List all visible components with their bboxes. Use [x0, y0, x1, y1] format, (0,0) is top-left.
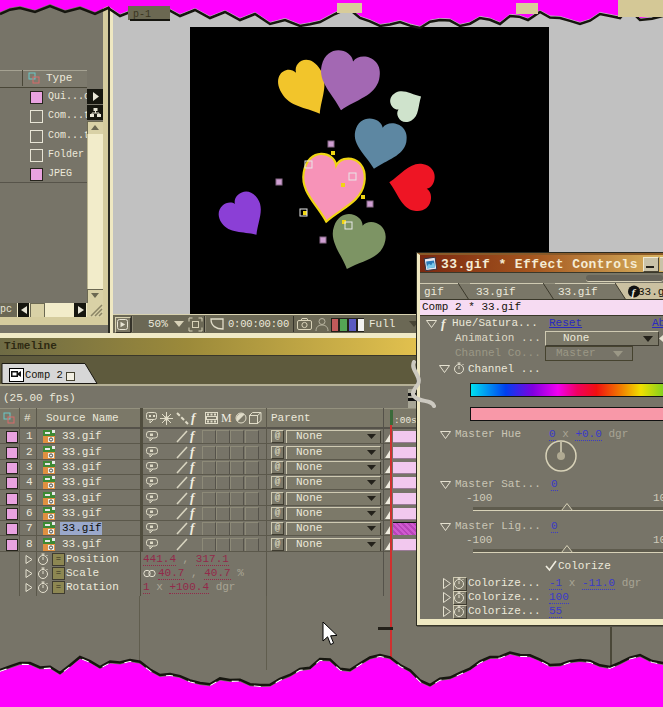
- svg-text:p-1: p-1: [133, 9, 151, 20]
